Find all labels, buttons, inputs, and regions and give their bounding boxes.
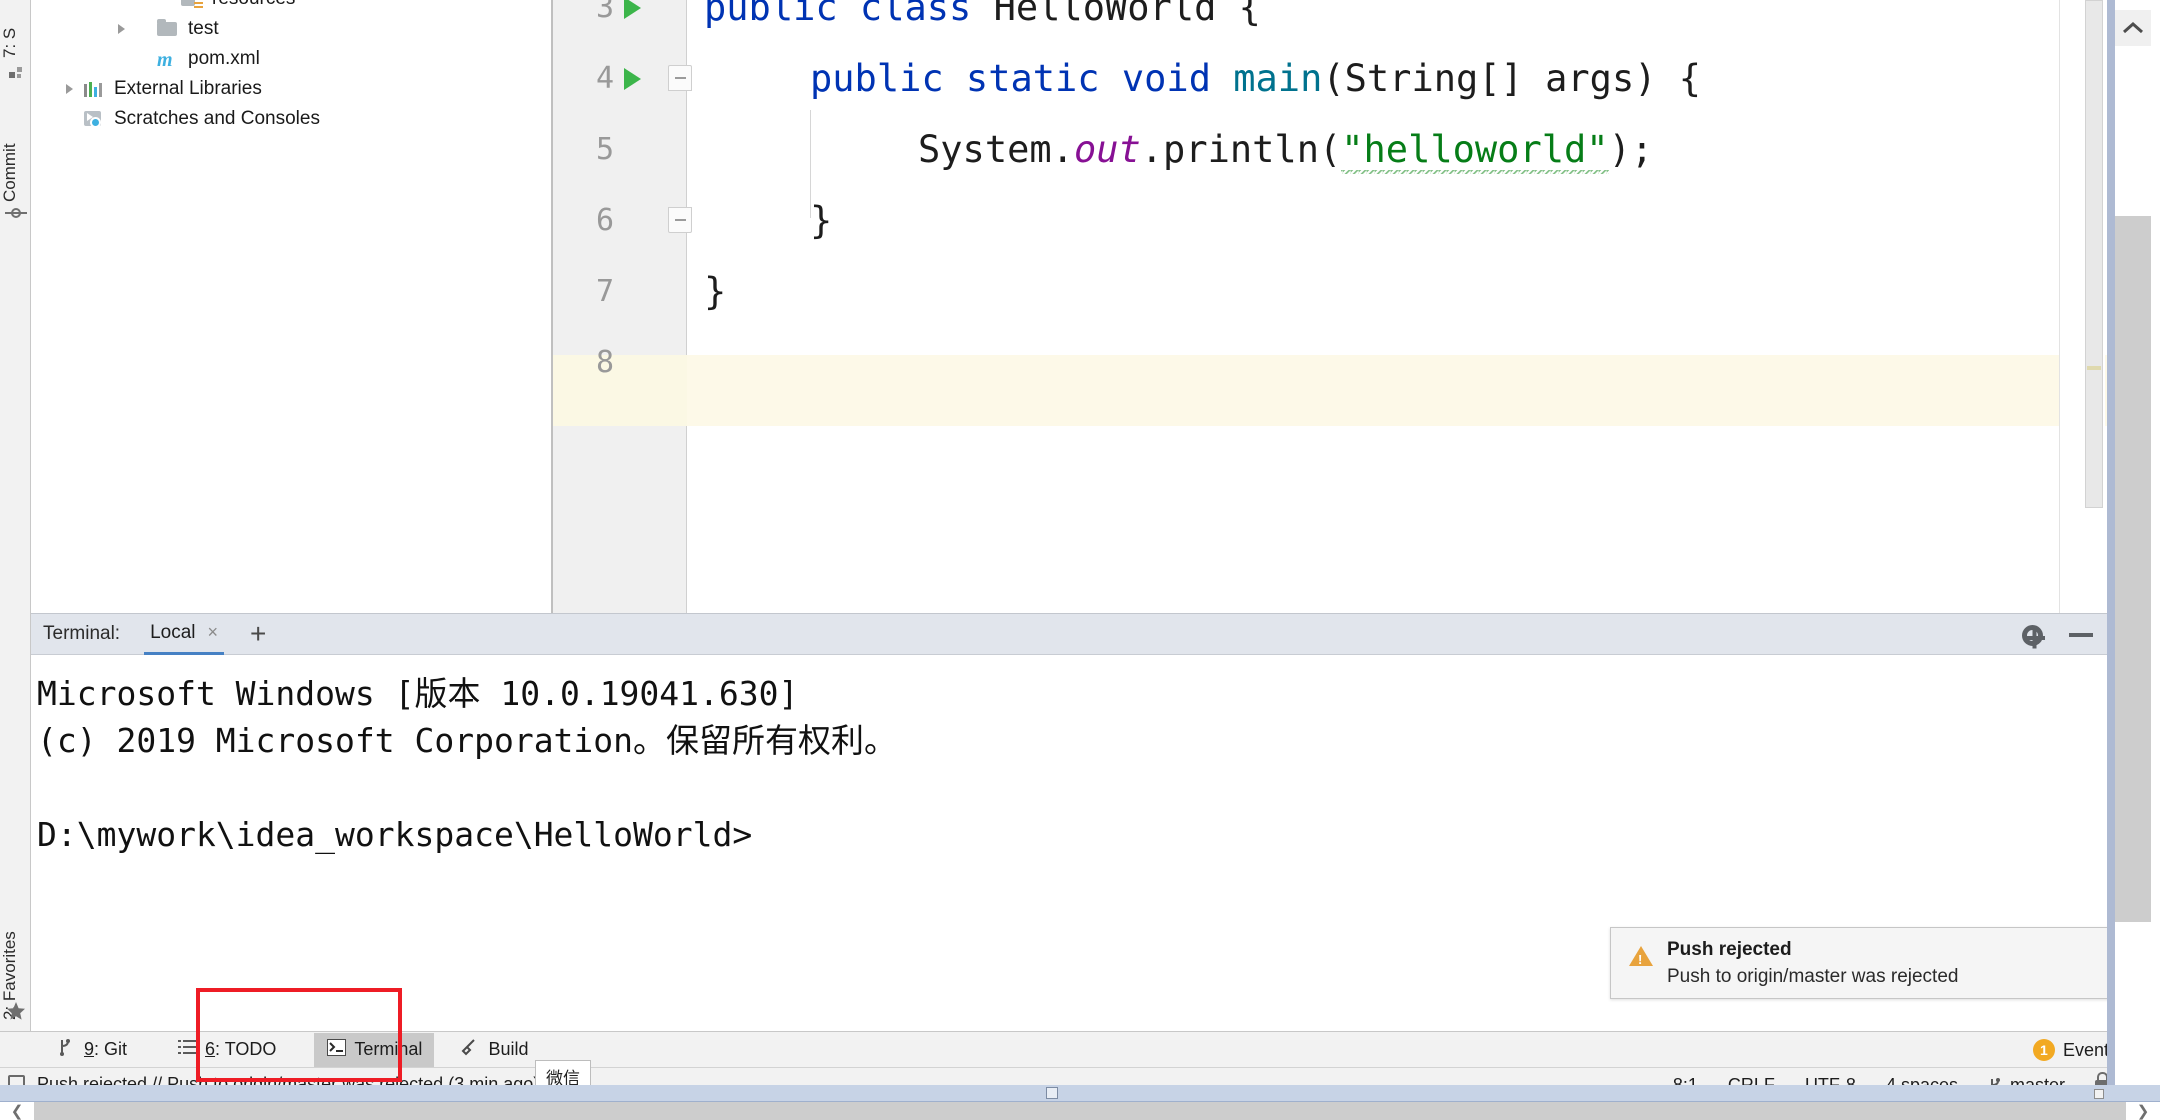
- line-number: 8: [552, 345, 614, 380]
- idea-window: 7: S Commit 2: Favorites resources test: [0, 0, 2160, 1119]
- window-scroll-thumb[interactable]: [2115, 216, 2151, 922]
- tool-tab-todo[interactable]: 6: TODO: [165, 1033, 288, 1067]
- build-hammer-icon: [460, 1038, 480, 1061]
- line-number: 6: [552, 203, 614, 238]
- warning-icon: [1629, 946, 1653, 966]
- code-text: public static void main(String[] args) {: [810, 57, 1701, 100]
- code-line-7: 7 }: [552, 256, 2107, 327]
- tree-expander: [115, 52, 129, 66]
- code-text: }: [704, 270, 726, 313]
- gear-icon[interactable]: [2022, 625, 2043, 646]
- sidebar-item-structure[interactable]: 7: S: [0, 0, 31, 58]
- git-branch-icon: [56, 1038, 76, 1061]
- resources-folder-icon: [180, 0, 204, 9]
- notification-message: Push to origin/master was rejected: [1667, 966, 1958, 988]
- tool-tab-label: Build: [488, 1039, 528, 1060]
- editor-split-divider[interactable]: [552, 0, 553, 613]
- scratches-icon: [82, 109, 106, 129]
- code-editor[interactable]: 3 public class HelloWorld { 4 public sta…: [552, 0, 2107, 613]
- tree-expander: [63, 112, 77, 126]
- tool-tab-label: 6: TODO: [205, 1039, 276, 1060]
- tool-tab-build[interactable]: Build: [448, 1033, 540, 1067]
- run-gutter-icon[interactable]: [624, 68, 641, 90]
- terminal-label: Terminal:: [43, 623, 120, 645]
- code-line-3: 3 public class HelloWorld {: [552, 0, 2107, 43]
- window-right-scrollbar[interactable]: [2107, 0, 2160, 1085]
- tree-expander[interactable]: [115, 22, 129, 36]
- tree-item-test[interactable]: test: [31, 14, 551, 44]
- commit-icon: [0, 205, 31, 227]
- minimize-icon[interactable]: [2069, 633, 2093, 637]
- tool-tab-label: 9: Git: [84, 1039, 127, 1060]
- window-scroll-band: [2107, 0, 2115, 1085]
- scrollbar-change-marker: [2087, 366, 2101, 370]
- notification-title: Push rejected: [1667, 939, 1792, 961]
- sidebar-item-commit[interactable]: Commit: [0, 92, 31, 202]
- tree-expander[interactable]: [161, 0, 175, 6]
- code-text: public class HelloWorld {: [704, 0, 1261, 29]
- window-bottom-divider: [0, 1085, 2160, 1101]
- tree-expander[interactable]: [63, 82, 77, 96]
- project-tree-panel[interactable]: resources test m pom.xml External Libra: [31, 0, 552, 613]
- tree-item-label: test: [188, 18, 219, 40]
- event-log-count-badge: 1: [2033, 1039, 2055, 1061]
- window-resize-grip[interactable]: [2094, 1089, 2104, 1099]
- terminal-icon: [326, 1039, 346, 1061]
- line-number: 4: [552, 61, 614, 96]
- code-line-6: 6 }: [552, 185, 2107, 256]
- tool-tab-label: Terminal: [354, 1039, 422, 1060]
- scroll-up-icon[interactable]: [2115, 10, 2151, 46]
- tree-item-scratches-and-consoles[interactable]: Scratches and Consoles: [31, 104, 551, 134]
- editor-scrollbar-thumb[interactable]: [2085, 0, 2103, 508]
- terminal-header: Terminal: Local × +: [31, 613, 2107, 655]
- scroll-right-icon[interactable]: ❯: [2126, 1102, 2160, 1120]
- tree-item-label: External Libraries: [114, 78, 262, 100]
- tree-item-label: pom.xml: [188, 48, 260, 70]
- code-text: }: [810, 199, 832, 242]
- tool-tab-terminal[interactable]: Terminal: [314, 1033, 434, 1067]
- tree-item-external-libraries[interactable]: External Libraries: [31, 74, 551, 104]
- libraries-icon: [82, 79, 106, 99]
- folder-icon: [156, 19, 180, 39]
- push-rejected-notification[interactable]: Push rejected Push to origin/master was …: [1610, 927, 2120, 999]
- tool-window-tab-bar: 9: Git 6: TODO Terminal Build 1 Event Lo…: [0, 1031, 2160, 1067]
- star-icon: [0, 1000, 31, 1028]
- editor-scrollbar-track[interactable]: [2085, 0, 2105, 613]
- close-icon[interactable]: ×: [208, 622, 219, 643]
- tool-tab-git[interactable]: 9: Git: [44, 1033, 139, 1067]
- maven-file-icon: m: [156, 49, 180, 69]
- tree-item-label: resources: [212, 0, 295, 10]
- fold-collapse-icon[interactable]: [668, 65, 692, 91]
- add-terminal-tab-icon[interactable]: +: [250, 620, 266, 648]
- fold-expand-icon[interactable]: [668, 207, 692, 233]
- structure-icon: [0, 62, 31, 88]
- code-line-4: 4 public static void main(String[] args)…: [552, 43, 2107, 114]
- terminal-tab-local[interactable]: Local ×: [144, 614, 224, 655]
- window-horizontal-scrollbar[interactable]: ❮ ❯: [0, 1101, 2160, 1119]
- horizontal-scroll-thumb[interactable]: [34, 1102, 2126, 1120]
- tree-item-pom-xml[interactable]: m pom.xml: [31, 44, 551, 74]
- code-text: System.out.println("helloworld");: [918, 128, 1653, 171]
- run-gutter-icon[interactable]: [624, 0, 641, 19]
- line-number: 3: [552, 0, 614, 25]
- terminal-tab-label: Local: [150, 622, 195, 644]
- line-number: 5: [552, 132, 614, 167]
- tree-item-label: Scratches and Consoles: [114, 108, 320, 130]
- line-number: 7: [552, 274, 614, 309]
- splitter-handle[interactable]: [1046, 1087, 1058, 1099]
- editor-marker-strip[interactable]: [2059, 0, 2085, 613]
- tree-item-resources[interactable]: resources: [31, 0, 551, 14]
- left-tool-rail: 7: S Commit 2: Favorites: [0, 0, 31, 1080]
- code-line-5: 5 System.out.println("helloworld");: [552, 114, 2107, 185]
- todo-list-icon: [177, 1039, 197, 1060]
- code-line-8: 8: [552, 327, 2107, 398]
- scroll-left-icon[interactable]: ❮: [0, 1102, 34, 1120]
